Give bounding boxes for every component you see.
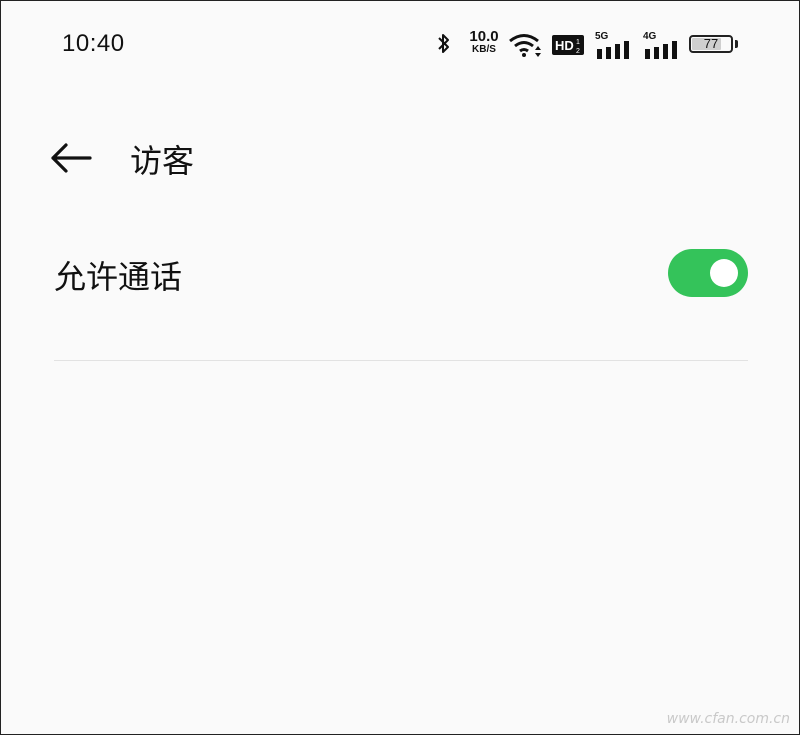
signal-4g-icon: 4G bbox=[643, 31, 683, 59]
bluetooth-icon bbox=[438, 34, 449, 53]
svg-text:2: 2 bbox=[576, 48, 580, 55]
battery-level: 77 bbox=[703, 36, 719, 51]
allow-calls-label: 允许通话 bbox=[54, 258, 183, 296]
network-speed: 10.0 KB/S bbox=[469, 28, 499, 55]
status-time: 10:40 bbox=[62, 30, 125, 57]
allow-calls-toggle[interactable] bbox=[668, 249, 748, 297]
screenshot-border bbox=[0, 0, 800, 735]
toggle-knob bbox=[710, 259, 738, 287]
battery-icon: 77 bbox=[689, 35, 738, 53]
watermark: www.cfan.com.cn bbox=[666, 711, 790, 727]
divider bbox=[54, 360, 748, 361]
allow-calls-row[interactable]: 允许通话 bbox=[54, 240, 748, 310]
page-title: 访客 bbox=[130, 142, 195, 180]
status-bar: 10:40 10.0 KB/S HD 1 2 5G 4G 77 bbox=[0, 0, 800, 92]
hd-volte-icon: HD 1 2 bbox=[552, 35, 584, 55]
signal-5g-icon: 5G bbox=[595, 31, 635, 59]
back-button[interactable] bbox=[48, 140, 96, 176]
arrow-left-icon bbox=[51, 143, 92, 173]
wifi-icon bbox=[509, 34, 541, 57]
svg-text:HD: HD bbox=[555, 38, 574, 53]
svg-text:1: 1 bbox=[576, 39, 580, 46]
